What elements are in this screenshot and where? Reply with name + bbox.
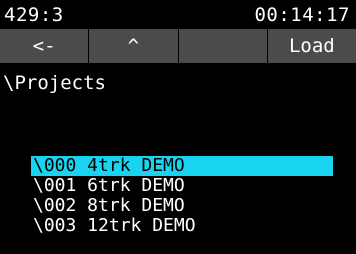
toolbar: <- ^ Load (0, 29, 356, 63)
list-item[interactable]: \001 6trk DEMO (31, 176, 333, 196)
status-bar: 429:3 00:14:17 (0, 4, 356, 26)
empty-toolbar-button[interactable] (178, 29, 267, 63)
project-list: \000 4trk DEMO \001 6trk DEMO \002 8trk … (31, 156, 333, 236)
position-readout: 429:3 (4, 4, 64, 26)
list-item[interactable]: \003 12trk DEMO (31, 216, 333, 236)
current-path: \Projects (3, 72, 106, 94)
list-item[interactable]: \000 4trk DEMO (31, 156, 333, 176)
device-screen: 429:3 00:14:17 <- ^ Load \Projects \000 … (0, 0, 356, 254)
up-directory-button[interactable]: ^ (89, 29, 178, 63)
load-button[interactable]: Load (267, 29, 356, 63)
back-button[interactable]: <- (0, 29, 89, 63)
list-item[interactable]: \002 8trk DEMO (31, 196, 333, 216)
time-readout: 00:14:17 (254, 4, 350, 26)
